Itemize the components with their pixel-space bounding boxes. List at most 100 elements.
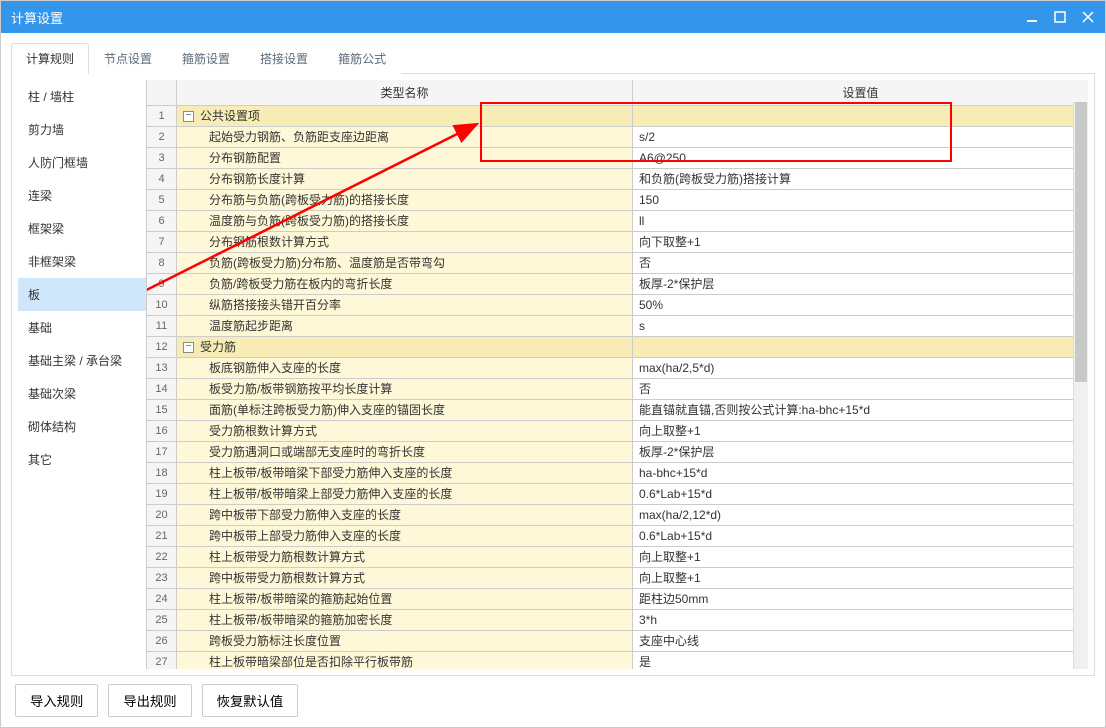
- table-row[interactable]: 7分布钢筋根数计算方式向下取整+1: [147, 232, 1088, 253]
- table-row[interactable]: 24柱上板带/板带暗梁的箍筋起始位置距柱边50mm: [147, 589, 1088, 610]
- table-row[interactable]: 10纵筋搭接接头错开百分率50%: [147, 295, 1088, 316]
- row-value[interactable]: 支座中心线: [633, 631, 1088, 651]
- tab-3[interactable]: 搭接设置: [245, 43, 323, 74]
- maximize-button[interactable]: [1053, 10, 1067, 24]
- sidebar-item-7[interactable]: 基础: [18, 311, 146, 344]
- table-row[interactable]: 23跨中板带受力筋根数计算方式向上取整+1: [147, 568, 1088, 589]
- row-value[interactable]: max(ha/2,5*d): [633, 358, 1088, 378]
- row-value[interactable]: 和负筋(跨板受力筋)搭接计算: [633, 169, 1088, 189]
- row-value[interactable]: [633, 337, 1088, 357]
- row-type: 板底钢筋伸入支座的长度: [177, 358, 633, 378]
- row-value[interactable]: A6@250: [633, 148, 1088, 168]
- table-row[interactable]: 6温度筋与负筋(跨板受力筋)的搭接长度ll: [147, 211, 1088, 232]
- sidebar-item-5[interactable]: 非框架梁: [18, 245, 146, 278]
- row-value[interactable]: s: [633, 316, 1088, 336]
- row-value[interactable]: 3*h: [633, 610, 1088, 630]
- row-number: 10: [147, 295, 177, 315]
- window-controls: [1025, 10, 1095, 24]
- row-value[interactable]: 能直锚就直锚,否则按公式计算:ha-bhc+15*d: [633, 400, 1088, 420]
- scroll-thumb[interactable]: [1075, 102, 1087, 382]
- table-row[interactable]: 14板受力筋/板带钢筋按平均长度计算否: [147, 379, 1088, 400]
- table-row[interactable]: 25柱上板带/板带暗梁的箍筋加密长度3*h: [147, 610, 1088, 631]
- row-value[interactable]: 向上取整+1: [633, 568, 1088, 588]
- row-number: 23: [147, 568, 177, 588]
- row-value[interactable]: 50%: [633, 295, 1088, 315]
- table-body[interactable]: 1−公共设置项2起始受力钢筋、负筋距支座边距离s/23分布钢筋配置A6@2504…: [147, 106, 1088, 669]
- import-rules-button[interactable]: 导入规则: [15, 684, 98, 717]
- window: 计算设置 计算规则节点设置箍筋设置搭接设置箍筋公式 柱 / 墙柱剪力墙人防门框墙…: [0, 0, 1106, 728]
- table-row[interactable]: 18柱上板带/板带暗梁下部受力筋伸入支座的长度ha-bhc+15*d: [147, 463, 1088, 484]
- table-row[interactable]: 26跨板受力筋标注长度位置支座中心线: [147, 631, 1088, 652]
- row-value[interactable]: 否: [633, 253, 1088, 273]
- row-value[interactable]: 向上取整+1: [633, 421, 1088, 441]
- row-number: 18: [147, 463, 177, 483]
- table-header: 类型名称 设置值: [147, 80, 1088, 106]
- table-row[interactable]: 12−受力筋: [147, 337, 1088, 358]
- row-value[interactable]: 0.6*Lab+15*d: [633, 484, 1088, 504]
- table-row[interactable]: 11温度筋起步距离s: [147, 316, 1088, 337]
- row-value[interactable]: [633, 106, 1088, 126]
- table-row[interactable]: 9负筋/跨板受力筋在板内的弯折长度板厚-2*保护层: [147, 274, 1088, 295]
- sidebar-item-9[interactable]: 基础次梁: [18, 377, 146, 410]
- row-type: 面筋(单标注跨板受力筋)伸入支座的锚固长度: [177, 400, 633, 420]
- restore-defaults-button[interactable]: 恢复默认值: [202, 684, 299, 717]
- minimize-button[interactable]: [1025, 10, 1039, 24]
- sidebar-item-8[interactable]: 基础主梁 / 承台梁: [18, 344, 146, 377]
- row-type: 分布筋与负筋(跨板受力筋)的搭接长度: [177, 190, 633, 210]
- table-row[interactable]: 5分布筋与负筋(跨板受力筋)的搭接长度150: [147, 190, 1088, 211]
- table-row[interactable]: 21跨中板带上部受力筋伸入支座的长度0.6*Lab+15*d: [147, 526, 1088, 547]
- row-value[interactable]: 距柱边50mm: [633, 589, 1088, 609]
- row-value[interactable]: ll: [633, 211, 1088, 231]
- table-row[interactable]: 19柱上板带/板带暗梁上部受力筋伸入支座的长度0.6*Lab+15*d: [147, 484, 1088, 505]
- expand-icon[interactable]: −: [183, 111, 194, 122]
- row-value[interactable]: max(ha/2,12*d): [633, 505, 1088, 525]
- table-row[interactable]: 16受力筋根数计算方式向上取整+1: [147, 421, 1088, 442]
- table-row[interactable]: 1−公共设置项: [147, 106, 1088, 127]
- row-number: 25: [147, 610, 177, 630]
- row-value[interactable]: 向下取整+1: [633, 232, 1088, 252]
- table-row[interactable]: 4分布钢筋长度计算和负筋(跨板受力筋)搭接计算: [147, 169, 1088, 190]
- row-type: 受力筋根数计算方式: [177, 421, 633, 441]
- row-value[interactable]: 是: [633, 652, 1088, 669]
- row-value[interactable]: s/2: [633, 127, 1088, 147]
- sidebar-item-2[interactable]: 人防门框墙: [18, 146, 146, 179]
- row-type: 柱上板带暗梁部位是否扣除平行板带筋: [177, 652, 633, 669]
- table-row[interactable]: 13板底钢筋伸入支座的长度max(ha/2,5*d): [147, 358, 1088, 379]
- table-row[interactable]: 20跨中板带下部受力筋伸入支座的长度max(ha/2,12*d): [147, 505, 1088, 526]
- row-value[interactable]: 否: [633, 379, 1088, 399]
- window-title: 计算设置: [11, 8, 1025, 27]
- tab-4[interactable]: 箍筋公式: [323, 43, 401, 74]
- row-type: 负筋(跨板受力筋)分布筋、温度筋是否带弯勾: [177, 253, 633, 273]
- export-rules-button[interactable]: 导出规则: [108, 684, 191, 717]
- sidebar-item-0[interactable]: 柱 / 墙柱: [18, 80, 146, 113]
- tab-2[interactable]: 箍筋设置: [167, 43, 245, 74]
- scrollbar-vertical[interactable]: [1073, 102, 1088, 669]
- row-type: 板受力筋/板带钢筋按平均长度计算: [177, 379, 633, 399]
- sidebar-item-1[interactable]: 剪力墙: [18, 113, 146, 146]
- body: 计算规则节点设置箍筋设置搭接设置箍筋公式 柱 / 墙柱剪力墙人防门框墙连梁框架梁…: [1, 33, 1105, 727]
- sidebar-item-4[interactable]: 框架梁: [18, 212, 146, 245]
- close-button[interactable]: [1081, 10, 1095, 24]
- row-value[interactable]: 150: [633, 190, 1088, 210]
- row-value[interactable]: 向上取整+1: [633, 547, 1088, 567]
- sidebar-item-3[interactable]: 连梁: [18, 179, 146, 212]
- expand-icon[interactable]: −: [183, 342, 194, 353]
- table-row[interactable]: 3分布钢筋配置A6@250: [147, 148, 1088, 169]
- row-type: 柱上板带/板带暗梁的箍筋起始位置: [177, 589, 633, 609]
- table-row[interactable]: 22柱上板带受力筋根数计算方式向上取整+1: [147, 547, 1088, 568]
- table-row[interactable]: 15面筋(单标注跨板受力筋)伸入支座的锚固长度能直锚就直锚,否则按公式计算:ha…: [147, 400, 1088, 421]
- sidebar-item-11[interactable]: 其它: [18, 443, 146, 476]
- row-value[interactable]: 板厚-2*保护层: [633, 274, 1088, 294]
- tab-0[interactable]: 计算规则: [11, 43, 89, 74]
- sidebar-item-10[interactable]: 砌体结构: [18, 410, 146, 443]
- row-value[interactable]: 板厚-2*保护层: [633, 442, 1088, 462]
- row-value[interactable]: 0.6*Lab+15*d: [633, 526, 1088, 546]
- table-row[interactable]: 17受力筋遇洞口或端部无支座时的弯折长度板厚-2*保护层: [147, 442, 1088, 463]
- tab-1[interactable]: 节点设置: [89, 43, 167, 74]
- row-number: 20: [147, 505, 177, 525]
- table-row[interactable]: 8负筋(跨板受力筋)分布筋、温度筋是否带弯勾否: [147, 253, 1088, 274]
- table-row[interactable]: 2起始受力钢筋、负筋距支座边距离s/2: [147, 127, 1088, 148]
- table-row[interactable]: 27柱上板带暗梁部位是否扣除平行板带筋是: [147, 652, 1088, 669]
- sidebar-item-6[interactable]: 板: [18, 278, 146, 311]
- row-value[interactable]: ha-bhc+15*d: [633, 463, 1088, 483]
